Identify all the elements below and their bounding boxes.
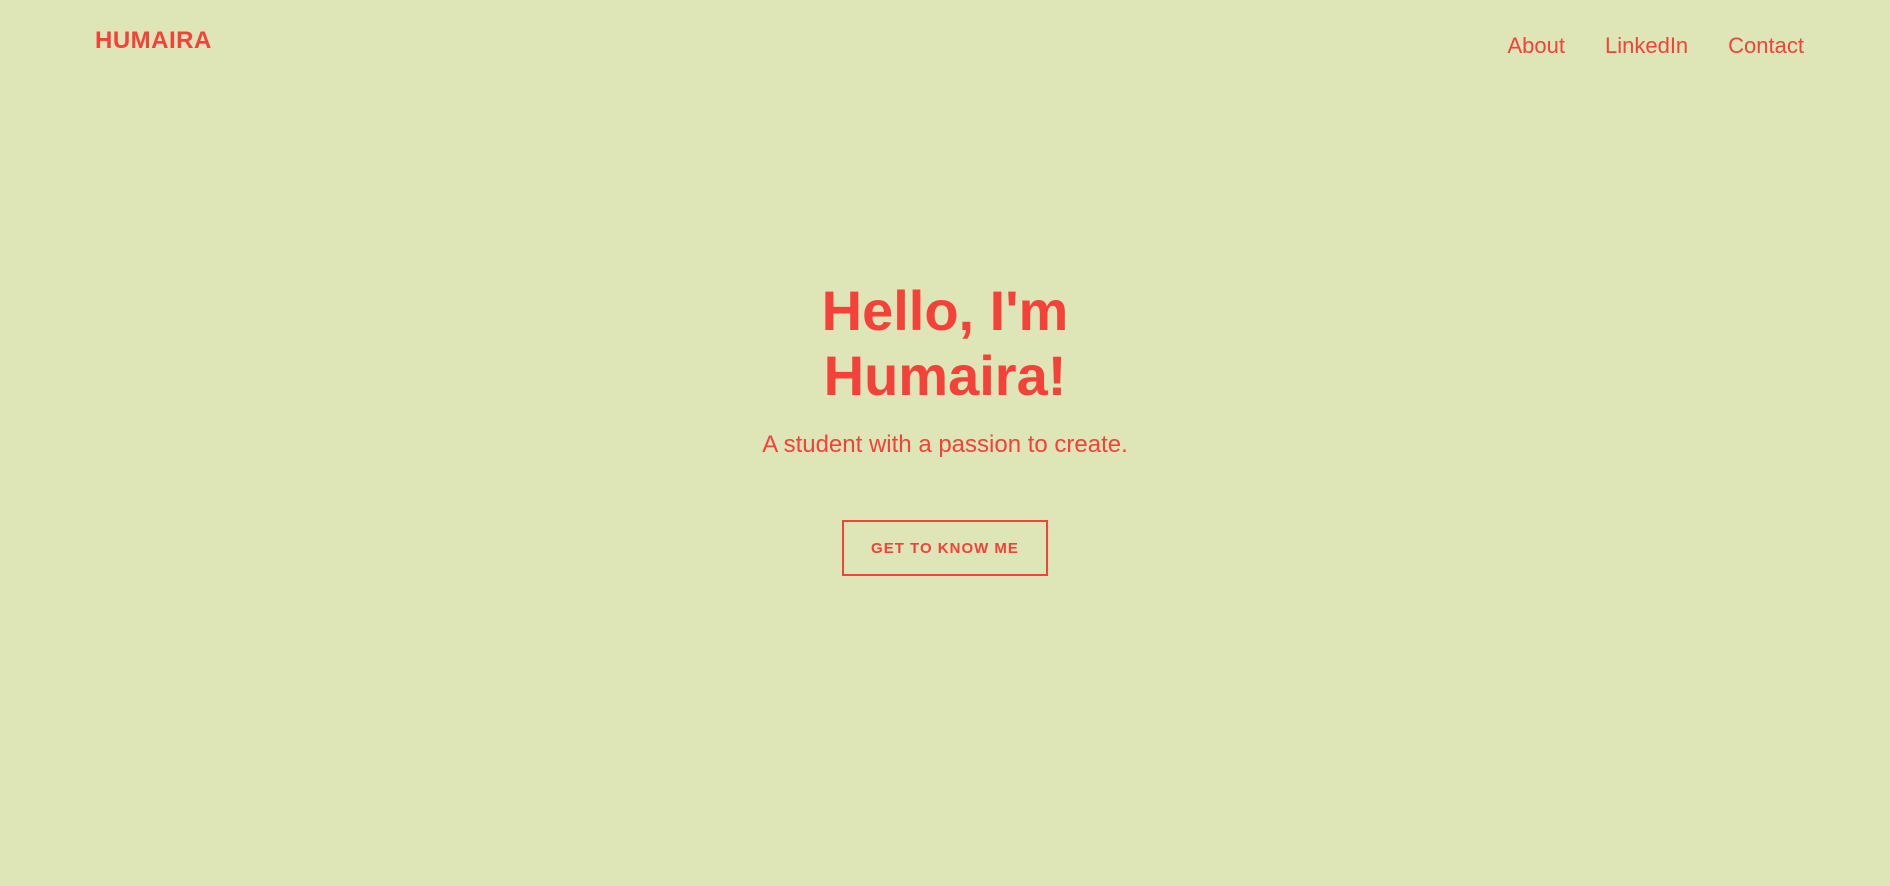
get-to-know-me-button[interactable]: GET TO KNOW ME xyxy=(842,520,1048,576)
hero-title-line-2: Humaira! xyxy=(823,344,1067,407)
hero-section: Hello, I'm Humaira! A student with a pas… xyxy=(0,278,1890,576)
nav-link-about[interactable]: About xyxy=(1507,31,1565,61)
hero-subtitle: A student with a passion to create. xyxy=(762,431,1128,458)
nav-link-contact[interactable]: Contact xyxy=(1728,31,1804,61)
hero-title-line-1: Hello, I'm xyxy=(821,279,1069,342)
nav-link-linkedin[interactable]: LinkedIn xyxy=(1605,31,1688,61)
hero-title: Hello, I'm Humaira! xyxy=(0,278,1890,408)
site-logo[interactable]: HUMAIRA xyxy=(95,26,212,56)
site-header: HUMAIRA About LinkedIn Contact xyxy=(0,0,1890,90)
main-nav: About LinkedIn Contact xyxy=(1507,31,1804,61)
